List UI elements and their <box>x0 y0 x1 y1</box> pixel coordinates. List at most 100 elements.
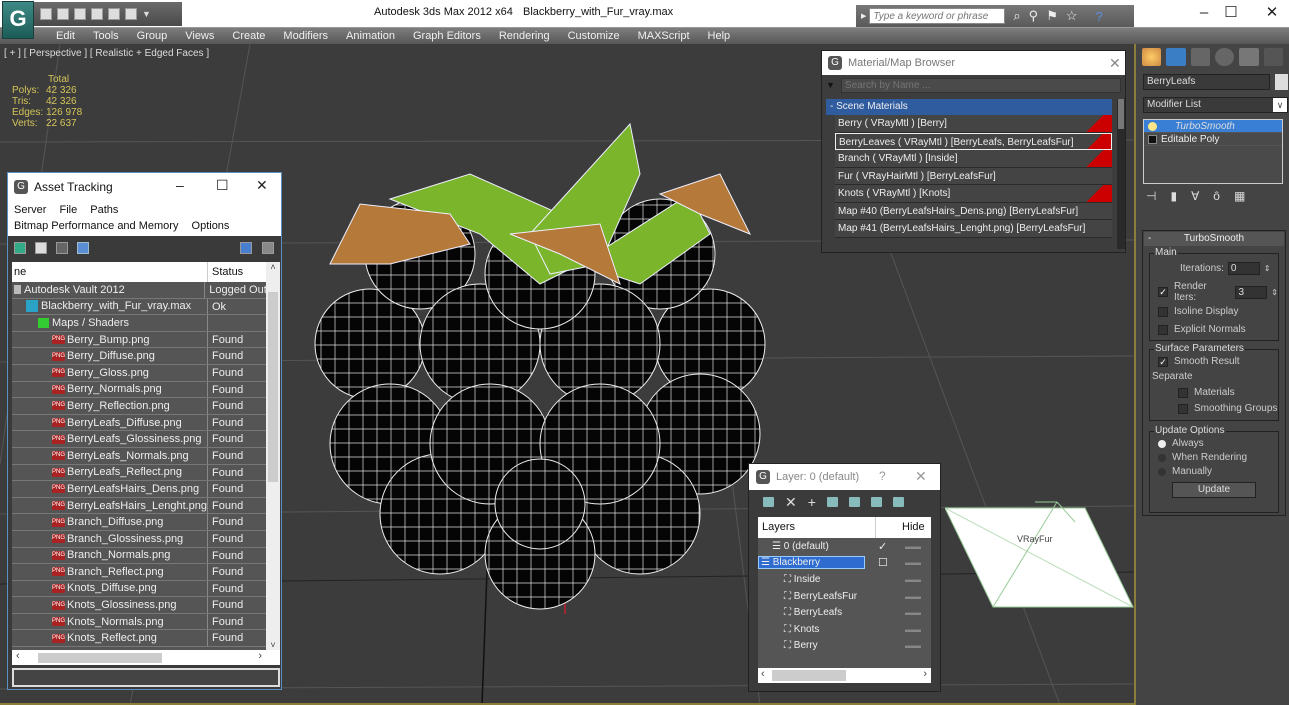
vertical-scrollbar[interactable]: ˄ ˅ <box>266 262 280 650</box>
object-color-swatch[interactable] <box>1275 74 1288 90</box>
hold-icon[interactable] <box>125 8 137 20</box>
column-name[interactable]: ne <box>12 262 208 282</box>
layer-row[interactable]: ⛶ Inside ▬▬ <box>758 571 931 588</box>
always-radio[interactable] <box>1158 439 1166 448</box>
display-tab-icon[interactable] <box>1239 48 1259 66</box>
vrayfur-plane[interactable]: VRayFur <box>945 492 1134 612</box>
scene-materials-group[interactable]: - Scene Materials <box>826 99 1112 115</box>
material-item[interactable]: Map #41 (BerryLeafsHairs_Lenght.png) [Be… <box>835 220 1112 238</box>
table-row[interactable]: PNG Berry_Diffuse.png Found <box>12 348 266 365</box>
freeze-all-icon[interactable] <box>892 497 904 507</box>
scroll-right-icon[interactable]: › <box>258 650 262 662</box>
table-row[interactable]: PNG BerryLeafs_Reflect.png Found <box>12 464 266 482</box>
table-row[interactable]: PNG Branch_Glossiness.png Found <box>12 530 266 548</box>
material-item[interactable]: Knots ( VRayMtl ) [Knots] <box>835 185 1112 203</box>
close-button[interactable]: ✕ <box>1109 55 1121 72</box>
search-by-name-input[interactable] <box>840 77 1121 93</box>
menu-modifiers[interactable]: Modifiers <box>274 28 337 44</box>
menu-edit[interactable]: Edit <box>47 28 84 44</box>
show-end-result-icon[interactable]: ▮ <box>1170 189 1177 203</box>
menu-file[interactable]: File <box>59 204 77 216</box>
utilities-tab-icon[interactable] <box>1263 48 1283 66</box>
horizontal-scrollbar[interactable]: ‹ › <box>12 650 280 665</box>
horizontal-scrollbar[interactable]: ‹ › <box>758 668 931 683</box>
table-row[interactable]: PNG Berry_Gloss.png Found <box>12 364 266 382</box>
delete-layer-icon[interactable]: ✕ <box>785 494 797 511</box>
expand-icon[interactable]: ▶ <box>861 12 866 20</box>
scroll-right-icon[interactable]: › <box>923 668 927 680</box>
help-icon[interactable] <box>262 242 274 254</box>
current-layer-checkbox[interactable]: ☐ <box>878 556 888 569</box>
scroll-up-icon[interactable]: ˄ <box>266 262 280 272</box>
menu-rendering[interactable]: Rendering <box>490 28 559 44</box>
stack-item-turbosmooth[interactable]: TurboSmooth <box>1144 120 1282 133</box>
table-row[interactable]: Maps / Shaders <box>12 315 266 332</box>
blackberry-model[interactable] <box>300 114 780 614</box>
table-row[interactable]: PNG Knots_Glossiness.png Found <box>12 597 266 614</box>
keyword-search-input[interactable] <box>869 8 1006 24</box>
vault-help-icon[interactable] <box>240 242 252 254</box>
render-iters-spinner[interactable]: 3 <box>1235 285 1268 299</box>
table-row[interactable]: PNG Branch_Normals.png Found <box>12 547 266 565</box>
menu-customize[interactable]: Customize <box>559 28 629 44</box>
table-row[interactable]: PNG Branch_Reflect.png Found <box>12 564 266 581</box>
when-rendering-radio[interactable] <box>1158 453 1166 462</box>
redo-icon[interactable] <box>108 8 120 20</box>
menu-maxscript[interactable]: MAXScript <box>629 28 699 44</box>
hierarchy-tab-icon[interactable] <box>1190 48 1210 66</box>
material-item[interactable]: Berry ( VRayMtl ) [Berry] <box>835 115 1112 133</box>
app-menu-button[interactable]: G <box>2 1 34 39</box>
collapse-icon[interactable]: - <box>1148 232 1151 246</box>
menu-group[interactable]: Group <box>128 28 177 44</box>
stack-item-editable-poly[interactable]: Editable Poly <box>1144 133 1282 146</box>
menu-create[interactable]: Create <box>223 28 274 44</box>
table-row[interactable]: PNG Branch_Diffuse.png Found <box>12 514 266 531</box>
layer-row[interactable]: ⛶ BerryLeafsFur ▬▬ <box>758 588 931 605</box>
iterations-spinner[interactable]: 0 <box>1227 262 1260 275</box>
modifier-list-dropdown[interactable]: Modifier List ∨ <box>1143 97 1288 113</box>
column-layers[interactable]: Layers <box>758 517 876 538</box>
isoline-display-checkbox[interactable] <box>1158 306 1168 317</box>
hide-toggle[interactable]: ▬▬ <box>905 608 921 617</box>
menu-graph-editors[interactable]: Graph Editors <box>404 28 490 44</box>
close-button[interactable]: ✕ <box>1257 4 1287 22</box>
material-item[interactable]: Map #40 (BerryLeafsHairs_Dens.png) [Berr… <box>835 202 1112 220</box>
qat-dropdown-icon[interactable]: ▼ <box>142 9 151 19</box>
remove-modifier-icon[interactable]: ô <box>1213 189 1220 203</box>
hide-toggle[interactable]: ▬▬ <box>905 641 921 650</box>
table-row[interactable]: PNG BerryLeafs_Normals.png Found <box>12 447 266 465</box>
table-view-icon[interactable] <box>77 242 89 254</box>
update-button[interactable]: Update <box>1172 482 1256 498</box>
rollout-header[interactable]: - TurboSmooth <box>1144 232 1284 246</box>
smooth-result-checkbox[interactable]: ✓ <box>1158 356 1168 367</box>
table-row[interactable]: Autodesk Vault 2012 Logged Out <box>12 282 266 299</box>
project-folder-icon[interactable] <box>91 8 103 20</box>
layer-row[interactable]: ⛶ BerryLeafs ▬▬ <box>758 604 931 621</box>
pin-stack-icon[interactable]: ⊣ <box>1146 189 1156 203</box>
vertical-scrollbar[interactable] <box>1117 99 1125 249</box>
menu-animation[interactable]: Animation <box>337 28 404 44</box>
table-row[interactable]: PNG Knots_Normals.png Found <box>12 613 266 631</box>
subscription-icon[interactable]: ⚑ <box>1046 8 1058 24</box>
refresh-icon[interactable] <box>14 242 26 254</box>
select-objects-icon[interactable] <box>826 497 838 507</box>
explicit-normals-checkbox[interactable] <box>1158 324 1168 335</box>
scroll-thumb[interactable] <box>1118 99 1124 129</box>
column-status[interactable]: Status <box>208 262 243 282</box>
menu-views[interactable]: Views <box>176 28 223 44</box>
hide-all-icon[interactable] <box>870 497 882 507</box>
menu-help[interactable]: Help <box>699 28 740 44</box>
table-row[interactable]: PNG Berry_Reflection.png Found <box>12 398 266 415</box>
close-button[interactable]: ✕ <box>256 177 268 194</box>
material-item[interactable]: BerryLeaves ( VRayMtl ) [BerryLeafs, Ber… <box>835 132 1112 150</box>
table-row[interactable]: PNG Berry_Normals.png Found <box>12 381 266 399</box>
help-icon[interactable]: ? <box>1096 9 1103 24</box>
select-layer-icon[interactable] <box>848 497 860 507</box>
table-row[interactable]: PNG BerryLeafsHairs_Lenght.png Found <box>12 497 266 515</box>
minimize-button[interactable]: – <box>1189 4 1219 22</box>
current-layer-checkbox[interactable]: ✓ <box>878 540 887 553</box>
save-file-icon[interactable] <box>57 8 69 20</box>
scroll-left-icon[interactable]: ‹ <box>16 650 20 662</box>
hide-toggle[interactable]: ▬▬ <box>905 592 921 601</box>
thumbnail-view-icon[interactable] <box>56 242 68 254</box>
